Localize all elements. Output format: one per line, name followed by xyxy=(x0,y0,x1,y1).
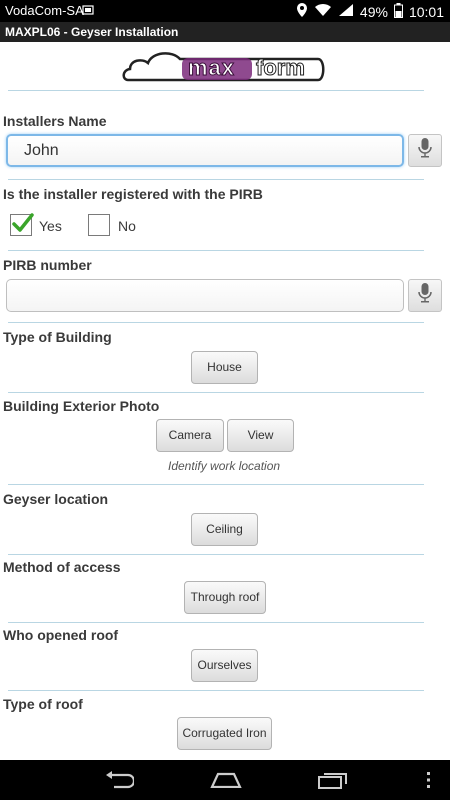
pirb-no-label: No xyxy=(118,218,136,234)
app-title-bar: MAXPL06 - Geyser Installation xyxy=(0,22,450,42)
microphone-icon xyxy=(418,137,432,164)
maxform-logo: max form xyxy=(122,46,327,86)
pirb-no-checkbox[interactable] xyxy=(88,214,110,236)
checkmark-icon xyxy=(12,212,34,239)
divider xyxy=(8,179,424,180)
divider xyxy=(8,622,424,623)
installers-name-label: Installers Name xyxy=(3,113,107,129)
pirb-yes-checkbox[interactable] xyxy=(10,212,34,239)
divider xyxy=(8,484,424,485)
type-of-building-button[interactable]: House xyxy=(191,351,258,384)
geyser-location-button[interactable]: Ceiling xyxy=(191,513,258,546)
logo-form-text: form xyxy=(256,55,306,81)
geyser-location-label: Geyser location xyxy=(3,491,109,507)
type-of-roof-label: Type of roof xyxy=(3,696,83,712)
divider xyxy=(8,392,424,393)
pirb-number-label: PIRB number xyxy=(3,257,92,273)
who-opened-roof-button[interactable]: Ourselves xyxy=(191,649,258,682)
recent-apps-icon[interactable] xyxy=(318,771,348,794)
method-of-access-label: Method of access xyxy=(3,559,121,575)
app-logo-header: max form xyxy=(0,42,450,90)
photo-hint: Identify work location xyxy=(168,459,281,473)
who-opened-roof-label: Who opened roof xyxy=(3,627,119,643)
pirb-number-mic-button[interactable] xyxy=(408,279,442,312)
type-of-roof-button[interactable]: Corrugated Iron xyxy=(177,717,272,750)
carrier-name: VodaCom-SA xyxy=(5,3,84,18)
system-nav-bar xyxy=(0,760,450,800)
exterior-photo-label: Building Exterior Photo xyxy=(3,398,160,414)
signal-icon xyxy=(338,3,354,20)
battery-icon xyxy=(393,2,403,21)
divider xyxy=(8,250,424,251)
camera-button[interactable]: Camera xyxy=(156,419,224,452)
method-of-access-button[interactable]: Through roof xyxy=(184,581,266,614)
divider xyxy=(8,554,424,555)
home-icon[interactable] xyxy=(210,772,242,793)
status-bar: VodaCom-SA 49% 10:01 xyxy=(0,0,450,22)
back-icon[interactable] xyxy=(104,771,136,794)
installers-name-mic-button[interactable] xyxy=(408,134,442,167)
clock: 10:01 xyxy=(408,3,444,20)
pirb-yes-label: Yes xyxy=(39,218,62,234)
divider xyxy=(8,90,424,91)
installers-name-input[interactable]: John xyxy=(6,134,404,167)
type-of-building-label: Type of Building xyxy=(3,329,112,345)
divider xyxy=(8,322,424,323)
divider xyxy=(8,690,424,691)
screenshot-icon xyxy=(82,4,94,19)
microphone-icon xyxy=(418,282,432,309)
form-scroll-area[interactable]: Installers Name John Is the installer re… xyxy=(0,42,450,760)
wifi-icon xyxy=(314,3,332,20)
view-photo-button[interactable]: View xyxy=(227,419,294,452)
logo-max-text: max xyxy=(187,55,236,81)
battery-percent: 49% xyxy=(359,3,388,20)
location-icon xyxy=(296,2,308,21)
menu-icon[interactable] xyxy=(426,771,432,794)
pirb-registered-label: Is the installer registered with the PIR… xyxy=(3,186,263,202)
pirb-number-input[interactable] xyxy=(6,279,404,312)
